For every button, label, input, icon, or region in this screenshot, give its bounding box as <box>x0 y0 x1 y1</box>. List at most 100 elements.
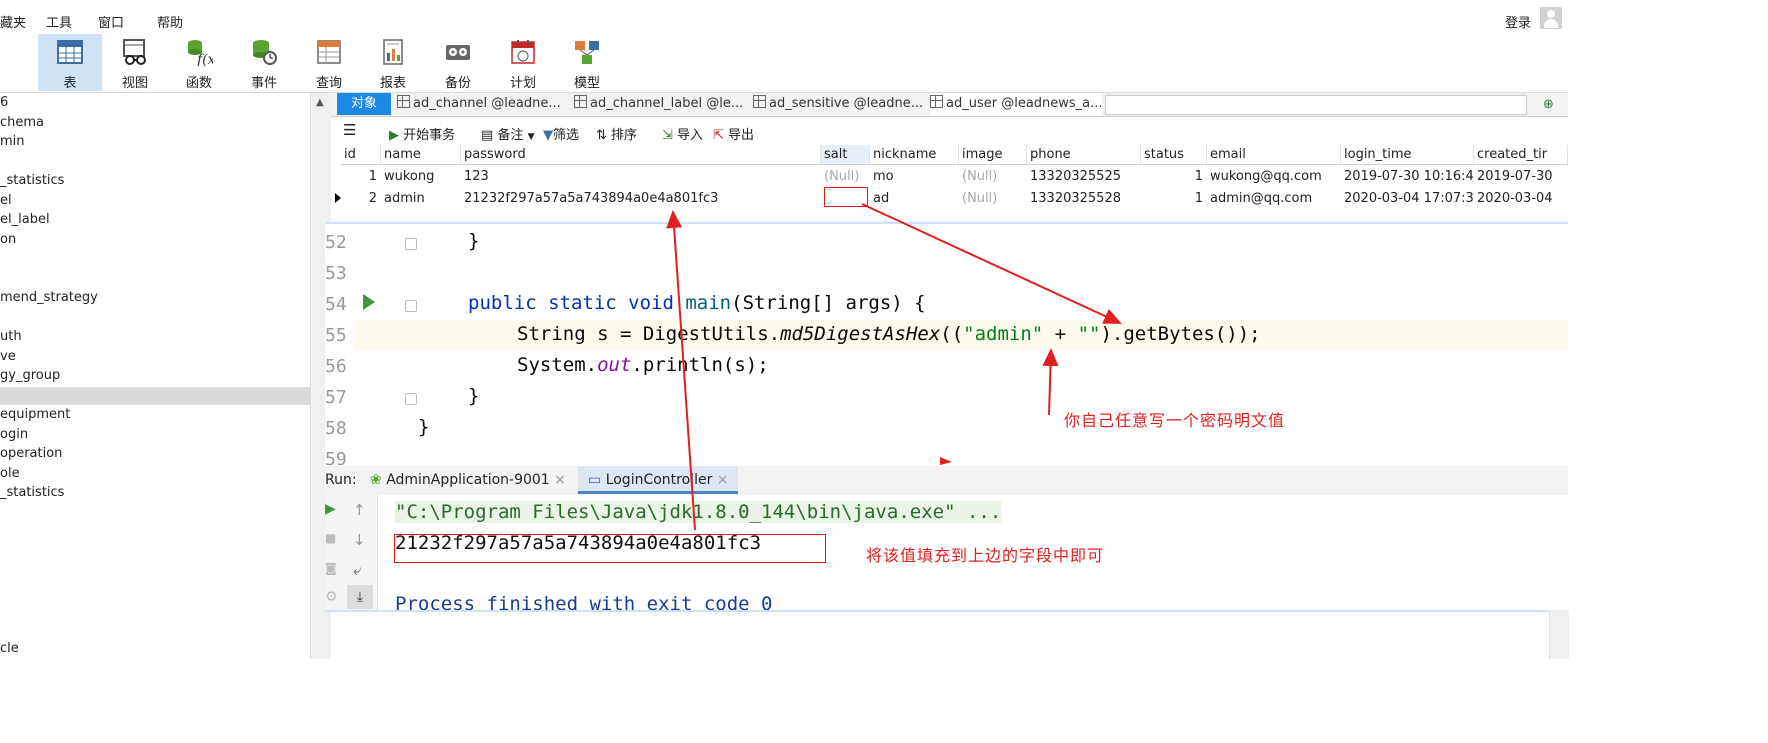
arrow-down-icon[interactable]: ↓ <box>353 531 366 549</box>
tree-item[interactable]: gy_group <box>0 368 60 383</box>
column-header-created-time[interactable]: created_tir <box>1474 145 1568 165</box>
code-editor[interactable]: 52 53 54 55 56 57 58 59 } public static … <box>325 222 1568 468</box>
toolbar-function-button[interactable]: f(x) 函数 <box>167 34 231 91</box>
table-cell[interactable]: 2019-07-30 <box>1474 166 1568 188</box>
table-cell[interactable]: 21232f297a57a5a743894a0e4a801fc3 <box>461 188 821 210</box>
column-header-nickname[interactable]: nickname <box>870 145 959 165</box>
tab-objects[interactable]: 对象 <box>337 93 392 115</box>
fold-icon[interactable] <box>405 238 417 250</box>
memo-button[interactable]: ▤ 备注 ▼ <box>481 124 535 143</box>
toolbar-model-button[interactable]: 模型 <box>555 34 619 91</box>
table-cell[interactable]: (Null) <box>959 166 1027 188</box>
menu-tools[interactable]: 工具 <box>46 12 72 31</box>
column-header-status[interactable]: status <box>1141 145 1207 165</box>
column-header-email[interactable]: email <box>1207 145 1341 165</box>
table-cell[interactable]: admin <box>381 188 461 210</box>
tree-item[interactable]: 6 <box>0 95 8 110</box>
tab-search-field[interactable] <box>1105 95 1527 115</box>
table-cell[interactable]: (Null) <box>959 188 1027 210</box>
sort-button[interactable]: ⇅ 排序 <box>596 124 637 143</box>
scroll-up-icon[interactable]: ▲ <box>316 97 324 108</box>
toolbar-event-button[interactable]: 事件 <box>232 34 296 91</box>
settings-icon[interactable]: ⚙ <box>325 589 338 605</box>
fold-icon[interactable] <box>405 393 417 405</box>
table-cell[interactable]: 123 <box>461 166 821 188</box>
tree-item[interactable]: ole <box>0 466 20 481</box>
tree-item[interactable]: min <box>0 134 25 149</box>
begin-transaction-button[interactable]: ▶ 开始事务 <box>389 124 455 143</box>
tree-item[interactable]: el <box>0 193 12 208</box>
tab-ad-user[interactable]: ad_user @leadnews_a... <box>930 93 1102 115</box>
tree-item[interactable]: _statistics <box>0 173 64 188</box>
salt-edit-cell[interactable] <box>824 187 868 207</box>
user-avatar-icon[interactable] <box>1540 7 1562 29</box>
tab-ad-channel-label[interactable]: ad_channel_label @le... <box>574 93 744 115</box>
tree-item[interactable]: _statistics <box>0 485 64 500</box>
close-icon[interactable]: × <box>554 472 566 488</box>
column-header-id[interactable]: id <box>341 145 381 165</box>
tree-item[interactable]: equipment <box>0 407 70 422</box>
column-header-phone[interactable]: phone <box>1027 145 1141 165</box>
table-cell[interactable]: (Null) <box>821 166 870 188</box>
tree-item[interactable]: on <box>0 232 16 247</box>
fold-icon[interactable] <box>405 300 417 312</box>
table-cell[interactable]: 1 <box>1141 188 1207 210</box>
tab-ad-sensitive[interactable]: ad_sensitive @leadne... <box>753 93 923 115</box>
toolbar-table-button[interactable]: 表 <box>38 34 102 91</box>
table-cell[interactable]: 1 <box>341 166 381 188</box>
tree-item[interactable]: cle <box>0 641 19 656</box>
column-header-name[interactable]: name <box>381 145 461 165</box>
export-button[interactable]: ⇱ 导出 <box>713 124 754 143</box>
tree-item[interactable]: chema <box>0 115 44 130</box>
soft-wrap-icon[interactable]: ⤶ <box>353 561 361 579</box>
tree-item[interactable]: ogin <box>0 427 28 442</box>
close-icon[interactable]: × <box>717 472 729 488</box>
toolbar-backup-button[interactable]: 备份 <box>426 34 490 91</box>
table-cell[interactable]: wukong@qq.com <box>1207 166 1341 188</box>
table-cell[interactable]: 13320325528 <box>1027 188 1141 210</box>
column-header-salt[interactable]: salt <box>821 145 870 165</box>
tree-item[interactable]: operation <box>0 446 62 461</box>
column-header-image[interactable]: image <box>959 145 1027 165</box>
run-tab-admin-application[interactable]: ❀ AdminApplication-9001 × <box>370 466 570 494</box>
table-cell[interactable]: 1 <box>1141 166 1207 188</box>
menu-help[interactable]: 帮助 <box>157 12 183 31</box>
tree-item[interactable]: el_label <box>0 212 50 227</box>
table-cell[interactable]: 2020-03-04 17:07:37 <box>1341 188 1474 210</box>
toolbar-view-button[interactable]: 视图 <box>103 34 167 91</box>
login-link[interactable]: 登录 <box>1505 12 1531 31</box>
table-cell[interactable]: wukong <box>381 166 461 188</box>
tree-item[interactable]: uth <box>0 329 22 344</box>
table-cell[interactable]: 2 <box>341 188 381 210</box>
tree-selected-row[interactable] <box>0 387 310 405</box>
toolbar-query-button[interactable]: 查询 <box>297 34 361 91</box>
tree-item[interactable]: ve <box>0 349 16 364</box>
import-button[interactable]: ⇲ 导入 <box>662 124 703 143</box>
toolbar-schedule-button[interactable]: 计划 <box>491 34 555 91</box>
filter-button[interactable]: ▼筛选 <box>543 124 579 143</box>
toolbar-report-button[interactable]: 报表 <box>361 34 425 91</box>
tab-ad-channel[interactable]: ad_channel @leadne... <box>397 93 562 115</box>
new-object-icon[interactable]: ⊕ <box>1543 97 1557 112</box>
table-cell[interactable]: 2019-07-30 10:16:41 <box>1341 166 1474 188</box>
run-gutter-icon[interactable] <box>363 294 375 310</box>
camera-icon[interactable]: ◙ <box>325 561 337 575</box>
stop-icon[interactable]: ■ <box>325 531 336 545</box>
menu-window[interactable]: 窗口 <box>98 12 124 31</box>
table-cell[interactable]: 2020-03-04 <box>1474 188 1568 210</box>
arrow-up-icon[interactable]: ↑ <box>353 501 366 519</box>
table-cell[interactable]: ad <box>870 188 959 210</box>
right-scrollbar[interactable] <box>1549 610 1569 659</box>
column-header-password[interactable]: password <box>461 145 821 165</box>
menu-icon[interactable]: ☰ <box>343 121 356 139</box>
column-header-login-time[interactable]: login_time <box>1341 145 1474 165</box>
menu-favorites[interactable]: 藏夹 <box>0 12 26 31</box>
run-tab-login-controller[interactable]: ▭ LoginController × <box>578 466 738 494</box>
rerun-icon[interactable]: ▶ <box>325 501 336 517</box>
table-cell[interactable]: mo <box>870 166 959 188</box>
backup-icon <box>446 45 470 60</box>
tree-item[interactable]: mend_strategy <box>0 290 98 305</box>
scroll-to-end-icon[interactable]: ⤓ <box>347 585 373 609</box>
table-cell[interactable]: admin@qq.com <box>1207 188 1341 210</box>
table-cell[interactable]: 13320325525 <box>1027 166 1141 188</box>
